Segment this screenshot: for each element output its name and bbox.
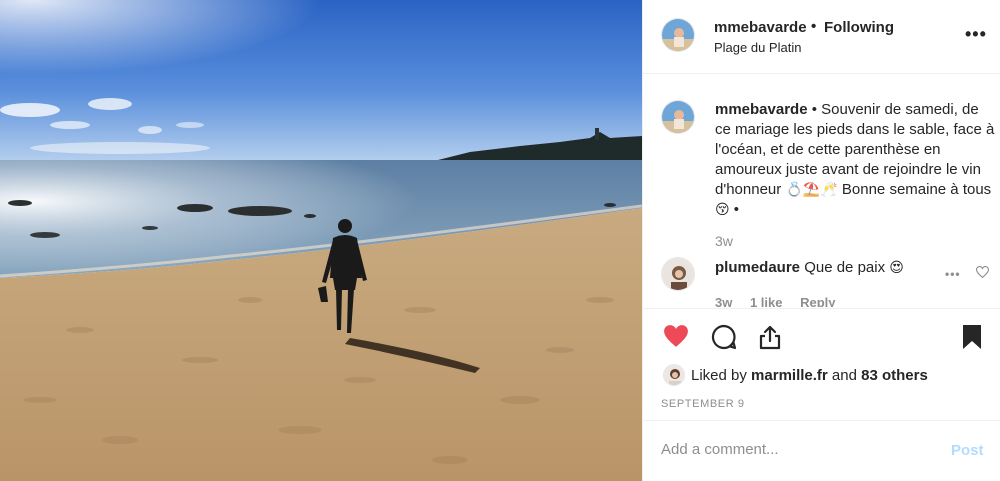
commenter-username[interactable]: plumedaure [715, 259, 800, 276]
comment-emoji: 😍 [889, 260, 904, 276]
share-icon[interactable] [757, 324, 783, 355]
caption-username[interactable]: mmebavarde [715, 101, 808, 118]
post-header: mmebavarde • Following Plage du Platin •… [643, 0, 1000, 74]
separator-dot: • [811, 18, 817, 35]
more-options-icon[interactable]: ••• [965, 24, 987, 45]
post-actions: Liked by marmille.fr and 83 others SEPTE… [643, 308, 1000, 480]
following-button[interactable]: Following [824, 19, 894, 36]
caption-text-3: • [729, 201, 740, 218]
comment-likes[interactable]: 1 like [750, 295, 783, 307]
comment-text: Que de paix [800, 259, 890, 276]
location-link[interactable]: Plage du Platin [714, 40, 801, 55]
post-comment-button[interactable]: Post [951, 442, 984, 459]
post-photo[interactable] [0, 0, 642, 481]
likes-summary: Liked by marmille.fr and 83 others [691, 367, 928, 384]
post-date[interactable]: SEPTEMBER 9 [661, 398, 745, 410]
post-caption: mmebavarde • Souvenir de samedi, de ce m… [715, 100, 997, 220]
likes-others-link[interactable]: 83 others [861, 367, 928, 384]
add-comment-bar: Post [643, 420, 1000, 481]
caption-timestamp[interactable]: 3w [715, 233, 733, 249]
likes-middle: and [827, 367, 862, 384]
author-username[interactable]: mmebavarde [714, 19, 807, 36]
comment-timestamp[interactable]: 3w [715, 295, 732, 307]
post-sidebar: mmebavarde • Following Plage du Platin •… [642, 0, 1000, 481]
caption-text-2: Bonne semaine à tous [837, 181, 992, 198]
comment-icon[interactable] [711, 324, 737, 355]
instagram-post: mmebavarde • Following Plage du Platin •… [0, 0, 1000, 481]
comment-meta: 3w 1 like Reply [715, 295, 850, 307]
bookmark-icon[interactable] [961, 324, 983, 355]
comment-item: plumedaure Que de paix 😍 [715, 259, 904, 276]
commenter-avatar[interactable] [661, 257, 695, 291]
heart-icon[interactable] [663, 324, 689, 353]
comments-section[interactable]: mmebavarde • Souvenir de samedi, de ce m… [643, 75, 1000, 307]
liker-avatar[interactable] [663, 364, 685, 386]
beach-photo [0, 0, 642, 481]
comment-more-icon[interactable]: ••• [945, 267, 961, 281]
comment-input[interactable] [661, 441, 931, 458]
caption-emoji-2: 😚 [715, 202, 730, 218]
caption-emojis-1: 💍⛱️🥂 [785, 182, 838, 198]
comment-reply-button[interactable]: Reply [800, 295, 835, 307]
author-avatar[interactable] [661, 18, 695, 52]
likes-prefix: Liked by [691, 367, 752, 384]
caption-author-avatar[interactable] [661, 100, 695, 134]
comment-like-heart-icon[interactable] [975, 265, 990, 283]
liker-username[interactable]: marmille.fr [751, 367, 828, 384]
